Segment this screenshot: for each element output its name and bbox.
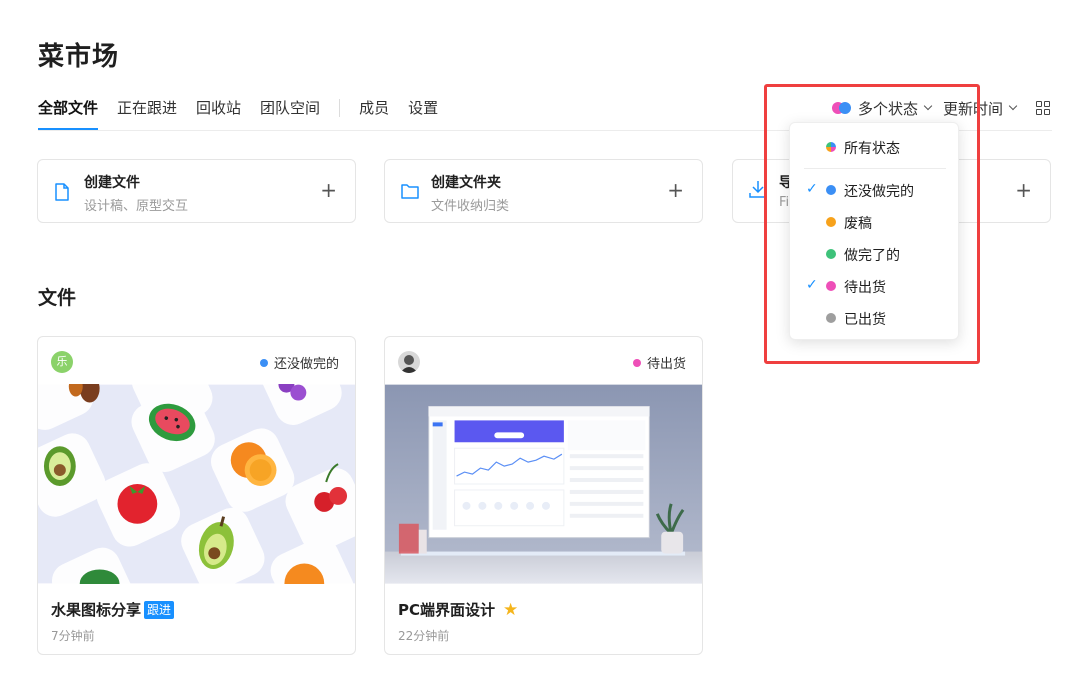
status-option-to-ship[interactable]: ✓ 待出货	[790, 271, 958, 301]
chevron-down-icon	[1008, 101, 1018, 111]
status-option-done[interactable]: 做完了的	[790, 239, 958, 269]
plus-icon: +	[1015, 178, 1032, 202]
status-option-label: 所有状态	[844, 141, 900, 157]
tab-team-space[interactable]: 团队空间	[260, 98, 320, 130]
create-file-subtitle: 设计稿、原型交互	[84, 199, 189, 214]
status-option-label: 做完了的	[844, 248, 900, 264]
status-filter-label: 多个状态	[857, 99, 918, 118]
nav-separator	[339, 99, 341, 117]
file-card-header: 乐 还没做完的	[38, 337, 355, 384]
plus-icon: +	[667, 178, 684, 202]
tab-trash[interactable]: 回收站	[196, 98, 241, 130]
status-option-label: 已出货	[844, 312, 886, 328]
file-name-text: 水果图标分享	[51, 601, 142, 619]
status-dot	[632, 358, 641, 367]
status-option-all[interactable]: 所有状态	[790, 132, 958, 162]
status-dropdown: 所有状态 ✓ 还没做完的 废稿 做完了的 ✓ 待出货 已出货	[789, 122, 959, 340]
chevron-down-icon	[923, 101, 933, 111]
status-label: 待出货	[646, 357, 686, 372]
status-dot	[826, 249, 836, 259]
import-icon	[749, 181, 767, 198]
create-folder-card[interactable]: 创建文件夹 文件收纳归类 +	[384, 159, 703, 223]
top-nav: 全部文件 正在跟进 回收站 团队空间 成员 设置	[38, 98, 457, 130]
file-name-text: PC端界面设计	[398, 601, 496, 619]
status-dot	[826, 185, 836, 195]
files-section-title: 文件	[38, 287, 77, 309]
check-icon: ✓	[806, 277, 818, 293]
file-card-header: 待出货	[385, 337, 702, 384]
status-label: 还没做完的	[273, 357, 339, 372]
sort-button[interactable]: 更新时间	[942, 98, 1018, 119]
avatar	[398, 351, 420, 373]
file-time: 22分钟前	[398, 629, 450, 643]
create-file-card[interactable]: 创建文件 设计稿、原型交互 +	[37, 159, 356, 223]
status-dots-icon	[831, 102, 852, 114]
status-dot	[826, 217, 836, 227]
file-time: 7分钟前	[51, 629, 95, 643]
avatar: 乐	[51, 351, 73, 373]
status-option-shipped[interactable]: 已出货	[790, 303, 958, 333]
status-option-unfinished[interactable]: ✓ 还没做完的	[790, 175, 958, 205]
create-folder-subtitle: 文件收纳归类	[431, 199, 510, 214]
file-icon	[55, 183, 69, 201]
grid-view-icon[interactable]	[1036, 101, 1050, 115]
pc-ui-thumbnail	[385, 384, 702, 584]
status-dot	[259, 358, 268, 367]
tab-following[interactable]: 正在跟进	[117, 98, 177, 130]
tab-all-files[interactable]: 全部文件	[38, 98, 99, 130]
fruit-thumbnail	[38, 384, 355, 584]
sort-label: 更新时间	[942, 99, 1003, 118]
create-file-title: 创建文件	[84, 175, 140, 191]
create-folder-title: 创建文件夹	[431, 175, 501, 191]
status-dot	[826, 281, 836, 291]
tab-settings[interactable]: 设置	[408, 98, 438, 130]
file-name: PC端界面设计 ★	[398, 599, 518, 620]
file-name: 水果图标分享 跟进	[51, 599, 175, 620]
toolbar: 多个状态 更新时间	[831, 98, 1050, 119]
plus-icon: +	[320, 178, 337, 202]
file-card-pc-interface[interactable]: 待出货 PC端界面设计 ★ 22分钟前	[384, 336, 703, 655]
import-subtitle: Fi	[779, 195, 790, 210]
file-card-fruit-icons[interactable]: 乐 还没做完的 水果图标分享 跟进 7分钟前	[37, 336, 356, 655]
status-option-label: 待出货	[844, 280, 886, 296]
dropdown-divider	[804, 168, 946, 169]
tab-members[interactable]: 成员	[359, 98, 389, 130]
follow-tag: 跟进	[144, 600, 175, 619]
status-badge: 还没做完的	[259, 353, 339, 372]
status-dot	[826, 313, 836, 323]
folder-icon	[401, 184, 419, 199]
rainbow-dot-icon	[826, 142, 836, 152]
status-option-label: 废稿	[844, 216, 872, 232]
status-filter-button[interactable]: 多个状态	[831, 98, 933, 119]
page-title: 菜市场	[38, 42, 120, 72]
check-icon: ✓	[806, 181, 818, 197]
status-badge: 待出货	[632, 353, 686, 372]
status-option-draft[interactable]: 废稿	[790, 207, 958, 237]
star-icon[interactable]: ★	[503, 600, 518, 620]
status-option-label: 还没做完的	[844, 184, 914, 200]
